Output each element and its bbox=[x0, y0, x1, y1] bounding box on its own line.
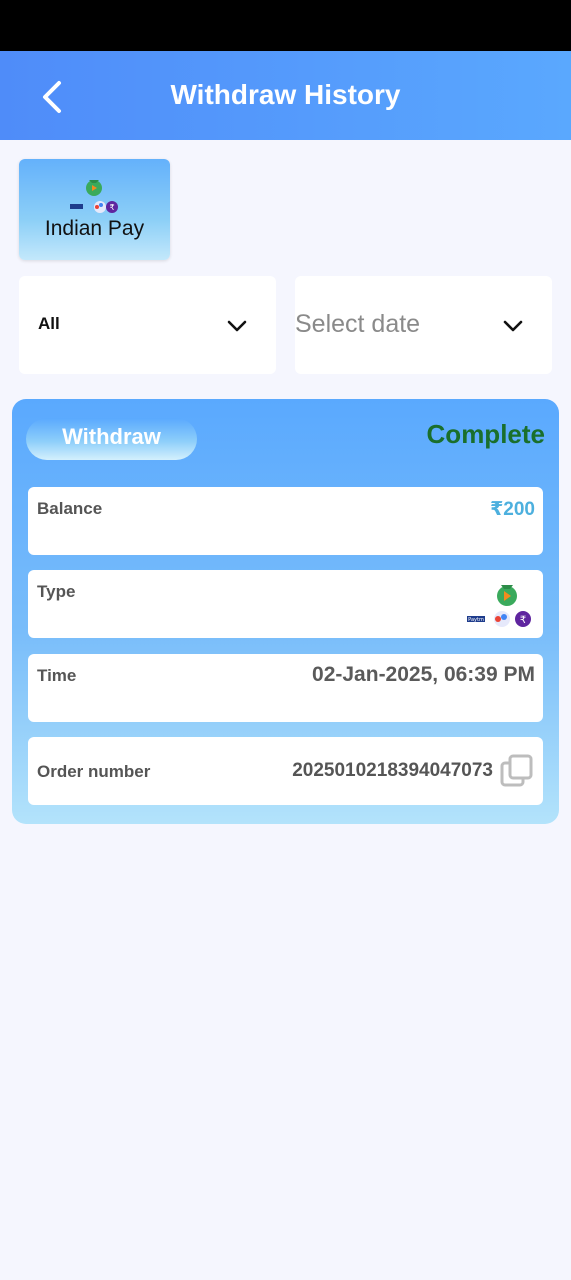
time-row: Time 02-Jan-2025, 06:39 PM bbox=[28, 654, 543, 722]
type-row: Type Paytm ₹ bbox=[28, 570, 543, 638]
balance-label: Balance bbox=[37, 499, 103, 518]
upi-payment-icons: Paytm ₹ bbox=[467, 585, 531, 627]
time-label: Time bbox=[37, 666, 77, 685]
svg-text:₹: ₹ bbox=[520, 615, 526, 626]
order-number-label: Order number bbox=[37, 762, 151, 781]
balance-row: Balance ₹200 bbox=[28, 487, 543, 555]
chevron-down-icon bbox=[503, 320, 523, 332]
status-badge: Complete bbox=[426, 419, 545, 449]
svg-text:₹: ₹ bbox=[109, 203, 114, 212]
copy-icon[interactable] bbox=[499, 753, 535, 789]
record-kind-badge: Withdraw bbox=[26, 418, 197, 460]
upi-payment-icons: ₹ bbox=[70, 180, 118, 213]
type-label: Type bbox=[37, 582, 76, 601]
payment-method-label: Indian Pay bbox=[44, 217, 145, 240]
time-value: 02-Jan-2025, 06:39 PM bbox=[312, 663, 535, 686]
order-number-value: 2025010218394047073 bbox=[292, 760, 493, 781]
date-filter-dropdown[interactable]: Select date bbox=[295, 276, 552, 374]
chevron-down-icon bbox=[227, 320, 247, 332]
date-filter-placeholder: Select date bbox=[295, 310, 421, 338]
payment-method-tab[interactable]: ₹ Indian Pay bbox=[19, 159, 170, 260]
app-header: Withdraw History bbox=[0, 51, 571, 140]
page-title: Withdraw History bbox=[170, 79, 401, 110]
svg-text:Paytm: Paytm bbox=[468, 617, 484, 623]
type-filter-value: All bbox=[38, 314, 60, 333]
balance-value: ₹200 bbox=[490, 499, 535, 520]
record-kind-label: Withdraw bbox=[62, 424, 161, 449]
type-filter-dropdown[interactable]: All bbox=[19, 276, 276, 374]
order-number-row: Order number 2025010218394047073 bbox=[28, 737, 543, 805]
withdraw-record-card: Withdraw Complete Balance ₹200 Type Payt… bbox=[12, 399, 559, 824]
status-bar bbox=[0, 0, 571, 51]
